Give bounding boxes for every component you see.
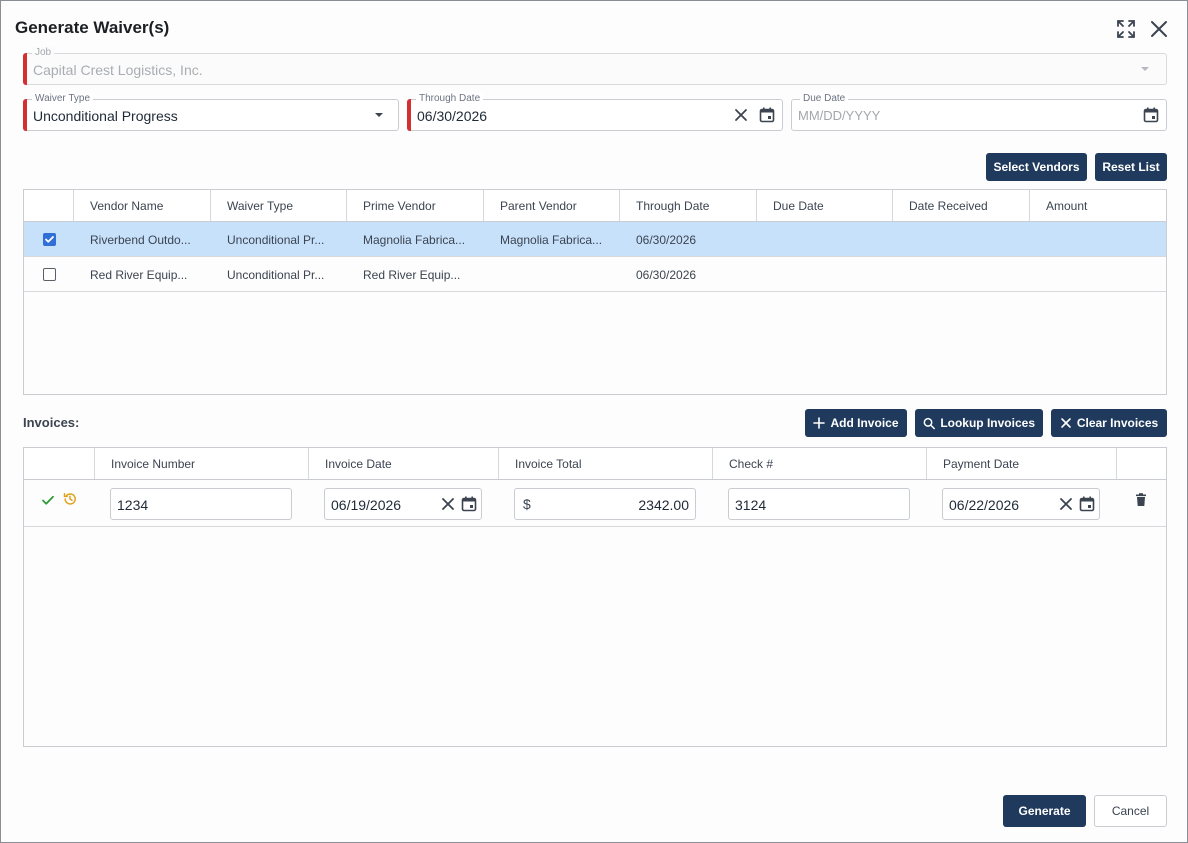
column-header[interactable]: Vendor Name xyxy=(74,190,211,221)
expand-icon[interactable] xyxy=(1115,18,1137,40)
vendor-name-cell: Red River Equip... xyxy=(90,268,188,282)
select-column-header xyxy=(24,190,74,221)
calendar-icon[interactable] xyxy=(460,495,478,513)
amount-cell xyxy=(1030,257,1166,291)
lookup-invoices-label: Lookup Invoices xyxy=(940,416,1035,430)
prime-vendor-cell: Red River Equip... xyxy=(363,268,461,282)
clear-icon[interactable] xyxy=(732,106,750,124)
amount-cell xyxy=(1030,222,1166,256)
calendar-icon[interactable] xyxy=(1142,106,1160,124)
invoice-total-input[interactable]: $ 2342.00 xyxy=(514,488,696,520)
status-column-header xyxy=(24,448,95,479)
waiver-type-select[interactable]: Waiver Type Unconditional Progress xyxy=(23,93,399,131)
waiver-type-cell: Unconditional Pr... xyxy=(227,233,325,247)
column-header[interactable]: Prime Vendor xyxy=(347,190,484,221)
parent-vendor-cell xyxy=(484,257,620,291)
invoice-table: Invoice Number Invoice Date Invoice Tota… xyxy=(23,447,1167,747)
chevron-down-icon xyxy=(370,106,388,124)
payment-date-input[interactable]: 06/22/2026 xyxy=(942,488,1100,520)
actions-column-header xyxy=(1117,448,1166,479)
job-select[interactable]: Job Capital Crest Logistics, Inc. xyxy=(23,47,1167,85)
waiver-type-cell: Unconditional Pr... xyxy=(227,268,325,282)
row-checkbox[interactable] xyxy=(43,268,56,281)
through-date-cell: 06/30/2026 xyxy=(636,233,697,247)
through-date-value: 06/30/2026 xyxy=(417,108,488,124)
generate-button[interactable]: Generate xyxy=(1003,795,1086,827)
calendar-icon[interactable] xyxy=(758,106,776,124)
search-icon xyxy=(923,417,935,429)
through-date-label: Through Date xyxy=(416,93,484,105)
column-header[interactable]: Invoice Date xyxy=(309,448,499,479)
check-number-input[interactable]: 3124 xyxy=(728,488,910,520)
through-date-cell: 06/30/2026 xyxy=(636,268,697,282)
date-received-cell xyxy=(893,257,1030,291)
column-header[interactable]: Check # xyxy=(713,448,927,479)
due-date-field[interactable]: Due Date MM/DD/YYYY xyxy=(791,93,1167,131)
vendor-table: Vendor Name Waiver Type Prime Vendor Par… xyxy=(23,189,1167,395)
calendar-icon[interactable] xyxy=(1078,495,1096,513)
row-checkbox[interactable] xyxy=(43,233,56,246)
close-icon xyxy=(1061,418,1071,428)
clear-icon[interactable] xyxy=(439,495,457,513)
cancel-button[interactable]: Cancel xyxy=(1094,795,1167,827)
column-header[interactable]: Invoice Total xyxy=(499,448,713,479)
checkmark-icon xyxy=(41,493,55,512)
through-date-field[interactable]: Through Date 06/30/2026 xyxy=(407,93,783,131)
column-header[interactable]: Waiver Type xyxy=(211,190,347,221)
invoice-number-value: 1234 xyxy=(117,497,149,513)
vendor-table-header: Vendor Name Waiver Type Prime Vendor Par… xyxy=(24,190,1166,222)
invoices-label: Invoices: xyxy=(23,415,80,430)
waiver-type-value: Unconditional Progress xyxy=(33,108,178,124)
chevron-down-icon xyxy=(1136,60,1154,78)
add-invoice-button[interactable]: Add Invoice xyxy=(805,409,907,437)
prime-vendor-cell: Magnolia Fabrica... xyxy=(363,233,466,247)
invoice-table-header: Invoice Number Invoice Date Invoice Tota… xyxy=(24,448,1166,480)
payment-date-value: 06/22/2026 xyxy=(949,497,1020,513)
close-icon[interactable] xyxy=(1148,18,1170,40)
table-row[interactable]: Red River Equip... Unconditional Pr... R… xyxy=(24,257,1166,292)
due-date-placeholder: MM/DD/YYYY xyxy=(798,108,881,123)
clear-icon[interactable] xyxy=(1057,495,1075,513)
currency-symbol: $ xyxy=(523,496,531,512)
invoice-number-input[interactable]: 1234 xyxy=(110,488,292,520)
table-row[interactable]: Riverbend Outdo... Unconditional Pr... M… xyxy=(24,222,1166,257)
due-date-cell xyxy=(757,222,893,256)
lookup-invoices-button[interactable]: Lookup Invoices xyxy=(915,409,1043,437)
date-received-cell xyxy=(893,222,1030,256)
vendor-name-cell: Riverbend Outdo... xyxy=(90,233,191,247)
check-number-value: 3124 xyxy=(735,497,767,513)
column-header[interactable]: Parent Vendor xyxy=(484,190,620,221)
clear-invoices-label: Clear Invoices xyxy=(1076,416,1159,430)
invoice-row[interactable]: 1234 06/19/2026 $ 2342.00 3124 06/22/202… xyxy=(24,480,1166,527)
generate-waivers-dialog: Generate Waiver(s) Job Capital Crest Log… xyxy=(0,0,1188,843)
column-header[interactable]: Payment Date xyxy=(927,448,1117,479)
parent-vendor-cell: Magnolia Fabrica... xyxy=(500,233,603,247)
invoice-total-value: 2342.00 xyxy=(638,497,689,513)
due-date-cell xyxy=(757,257,893,291)
job-label: Job xyxy=(32,47,55,59)
waiver-type-label: Waiver Type xyxy=(32,93,94,105)
reset-list-button[interactable]: Reset List xyxy=(1095,153,1167,181)
column-header[interactable]: Amount xyxy=(1030,190,1166,221)
history-icon[interactable] xyxy=(62,491,78,512)
job-value: Capital Crest Logistics, Inc. xyxy=(33,62,203,78)
due-date-label: Due Date xyxy=(800,93,849,105)
column-header[interactable]: Through Date xyxy=(620,190,757,221)
invoice-date-input[interactable]: 06/19/2026 xyxy=(324,488,482,520)
column-header[interactable]: Invoice Number xyxy=(95,448,309,479)
dialog-title: Generate Waiver(s) xyxy=(15,18,170,37)
column-header[interactable]: Date Received xyxy=(893,190,1030,221)
plus-icon xyxy=(813,417,826,429)
trash-icon[interactable] xyxy=(1133,492,1149,513)
add-invoice-label: Add Invoice xyxy=(830,416,899,430)
column-header[interactable]: Due Date xyxy=(757,190,893,221)
select-vendors-button[interactable]: Select Vendors xyxy=(986,153,1087,181)
invoice-date-value: 06/19/2026 xyxy=(331,497,402,513)
clear-invoices-button[interactable]: Clear Invoices xyxy=(1051,409,1167,437)
